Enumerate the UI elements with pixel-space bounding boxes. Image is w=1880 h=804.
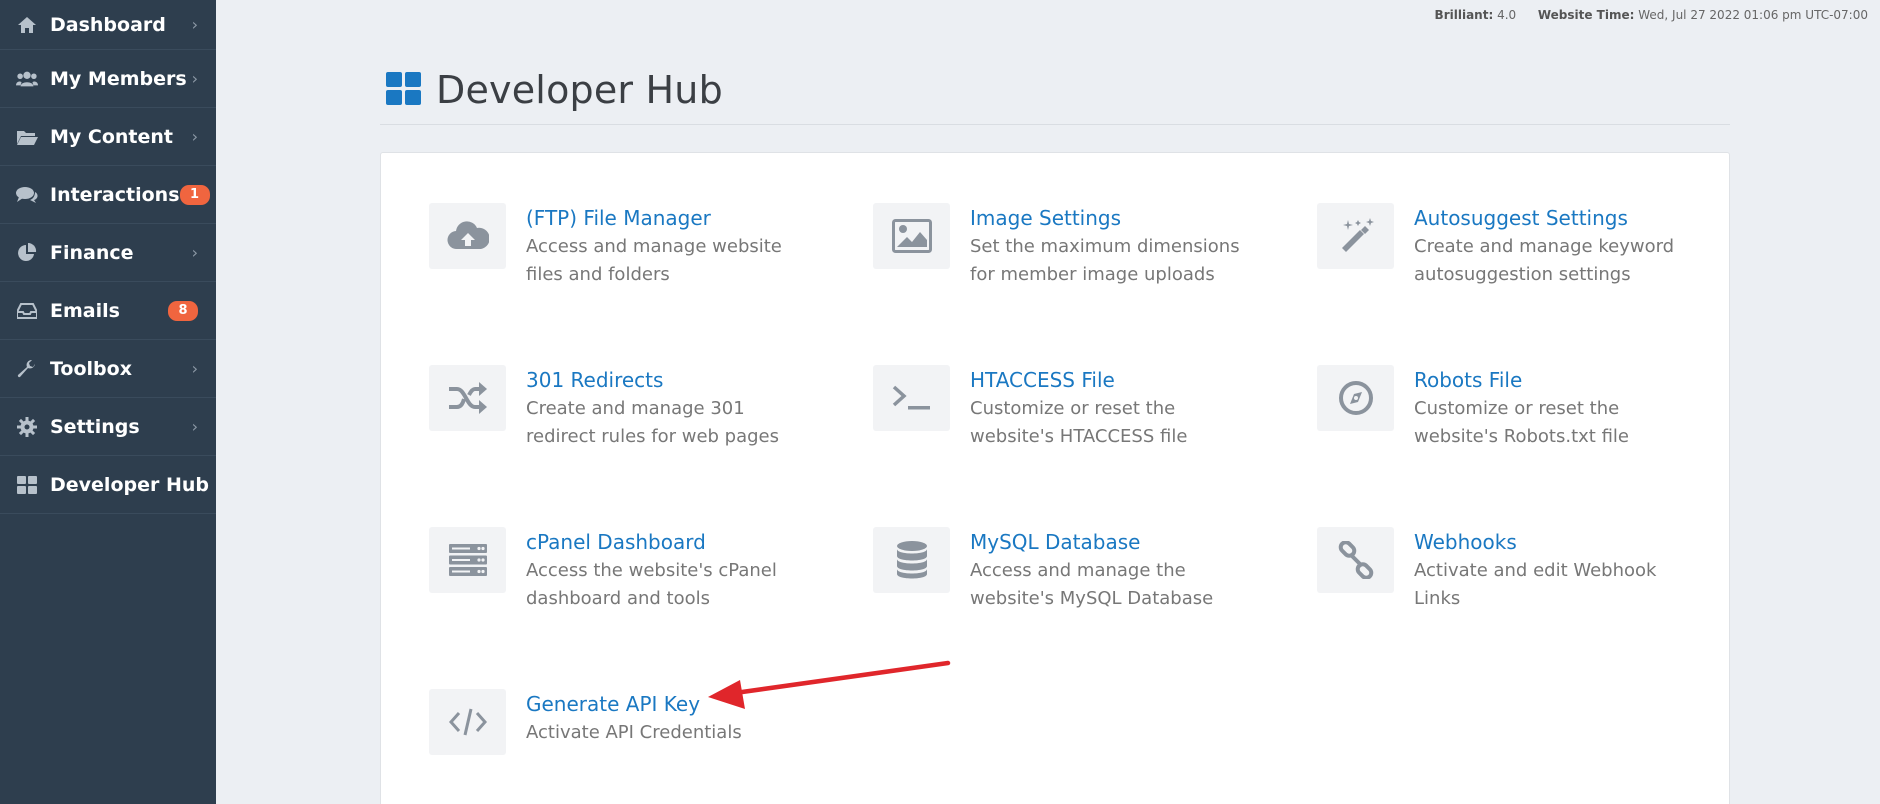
chevron-right-icon: › (191, 69, 198, 88)
gear-icon (16, 416, 38, 438)
sidebar: Dashboard › My Members › My Content › In… (0, 0, 216, 804)
users-icon (16, 68, 38, 90)
sidebar-item-label: Developer Hub (50, 473, 209, 496)
tile-301-redirects[interactable]: 301 Redirects Create and manage 301 redi… (429, 365, 849, 451)
plan-label: Brilliant: (1434, 8, 1494, 22)
tile-description: Access and manage the (970, 560, 1186, 581)
sidebar-item-finance[interactable]: Finance › (0, 224, 216, 282)
server-icon (429, 527, 506, 593)
tile-htaccess-file[interactable]: HTACCESS File Customize or reset the web… (873, 365, 1293, 451)
chevron-right-icon: › (191, 15, 198, 34)
notification-badge: 8 (168, 300, 198, 321)
terminal-icon (873, 365, 950, 431)
chevron-right-icon: › (191, 417, 198, 436)
magic-wand-icon (1317, 203, 1394, 269)
image-icon (873, 203, 950, 269)
sidebar-item-developer-hub[interactable]: Developer Hub (0, 456, 216, 514)
tile-title[interactable]: HTACCESS File (970, 367, 1187, 393)
tile-description: Activate and edit Webhook (1414, 560, 1657, 581)
inbox-icon (16, 300, 38, 322)
chevron-right-icon: › (191, 243, 198, 262)
tile-description: Access the website's cPanel (526, 560, 777, 581)
grid-icon (386, 71, 422, 108)
tile-robots-file[interactable]: Robots File Customize or reset the websi… (1317, 365, 1737, 451)
link-icon (1317, 527, 1394, 593)
sidebar-item-toolbox[interactable]: Toolbox › (0, 340, 216, 398)
tile-cpanel-dashboard[interactable]: cPanel Dashboard Access the website's cP… (429, 527, 849, 613)
sidebar-item-label: Emails (50, 299, 120, 322)
sidebar-item-my-members[interactable]: My Members › (0, 50, 216, 108)
sidebar-item-emails[interactable]: Emails 8 (0, 282, 216, 340)
tile-title[interactable]: MySQL Database (970, 529, 1213, 555)
sidebar-item-interactions[interactable]: Interactions 1 (0, 166, 216, 224)
tile-title[interactable]: Robots File (1414, 367, 1629, 393)
code-icon (429, 689, 506, 755)
folder-icon (16, 126, 38, 148)
website-time-value: Wed, Jul 27 2022 01:06 pm UTC-07:00 (1638, 8, 1868, 22)
tile-title[interactable]: Generate API Key (526, 691, 742, 717)
tile-description: Set the maximum dimensions (970, 236, 1240, 257)
sidebar-item-label: My Members (50, 67, 187, 90)
tile-description: redirect rules for web pages (526, 426, 779, 447)
tile-description: website's MySQL Database (970, 588, 1214, 609)
tile-ftp-file-manager[interactable]: (FTP) File Manager Access and manage web… (429, 203, 849, 289)
sidebar-item-label: My Content (50, 125, 174, 148)
sidebar-item-label: Dashboard (50, 13, 166, 36)
cloud-upload-icon (429, 203, 506, 269)
sidebar-item-label: Toolbox (50, 357, 132, 380)
sidebar-item-settings[interactable]: Settings › (0, 398, 216, 456)
tile-title[interactable]: Image Settings (970, 205, 1240, 231)
chevron-right-icon: › (191, 359, 198, 378)
tile-description: Access and manage website (526, 236, 782, 257)
sidebar-item-label: Interactions (50, 183, 180, 206)
tile-description: Create and manage 301 (526, 398, 745, 419)
tile-description: Links (1414, 588, 1461, 609)
tile-image-settings[interactable]: Image Settings Set the maximum dimension… (873, 203, 1293, 289)
tile-description: website's HTACCESS file (970, 426, 1188, 447)
home-icon (16, 14, 38, 36)
tile-title[interactable]: (FTP) File Manager (526, 205, 782, 231)
plan-value: 4.0 (1497, 8, 1517, 22)
site-info-bar: Brilliant: 4.0 Website Time: Wed, Jul 27… (1435, 8, 1868, 22)
tile-description: Create and manage keyword (1414, 236, 1675, 257)
tile-description: Customize or reset the (1414, 398, 1620, 419)
tile-description: Customize or reset the (970, 398, 1176, 419)
database-icon (873, 527, 950, 593)
website-time-label: Website Time: (1537, 8, 1635, 22)
comments-icon (16, 184, 38, 206)
tile-description: for member image uploads (970, 264, 1215, 285)
compass-icon (1317, 365, 1394, 431)
tile-title[interactable]: Autosuggest Settings (1414, 205, 1674, 231)
page-header: Developer Hub (380, 55, 1730, 125)
tile-description: autosuggestion settings (1414, 264, 1631, 285)
tile-mysql-database[interactable]: MySQL Database Access and manage the web… (873, 527, 1293, 613)
tile-description: files and folders (526, 264, 670, 285)
tile-title[interactable]: 301 Redirects (526, 367, 779, 393)
sidebar-item-my-content[interactable]: My Content › (0, 108, 216, 166)
grid-icon (16, 474, 38, 496)
page-title: Developer Hub (436, 67, 723, 112)
chevron-right-icon: › (191, 127, 198, 146)
wrench-icon (16, 358, 38, 380)
shuffle-icon (429, 365, 506, 431)
tile-webhooks[interactable]: Webhooks Activate and edit Webhook Links (1317, 527, 1737, 613)
tile-title[interactable]: Webhooks (1414, 529, 1656, 555)
tile-description: website's Robots.txt file (1414, 426, 1629, 447)
tile-autosuggest-settings[interactable]: Autosuggest Settings Create and manage k… (1317, 203, 1737, 289)
pie-chart-icon (16, 242, 38, 264)
sidebar-item-label: Settings (50, 415, 140, 438)
sidebar-item-label: Finance (50, 241, 134, 264)
developer-tools-card: (FTP) File Manager Access and manage web… (380, 152, 1730, 804)
tile-description: dashboard and tools (526, 588, 710, 609)
tile-title[interactable]: cPanel Dashboard (526, 529, 777, 555)
tile-generate-api-key[interactable]: Generate API Key Activate API Credential… (429, 689, 849, 755)
notification-badge: 1 (179, 184, 210, 205)
tile-description: Activate API Credentials (526, 722, 742, 743)
sidebar-item-dashboard[interactable]: Dashboard › (0, 0, 216, 50)
